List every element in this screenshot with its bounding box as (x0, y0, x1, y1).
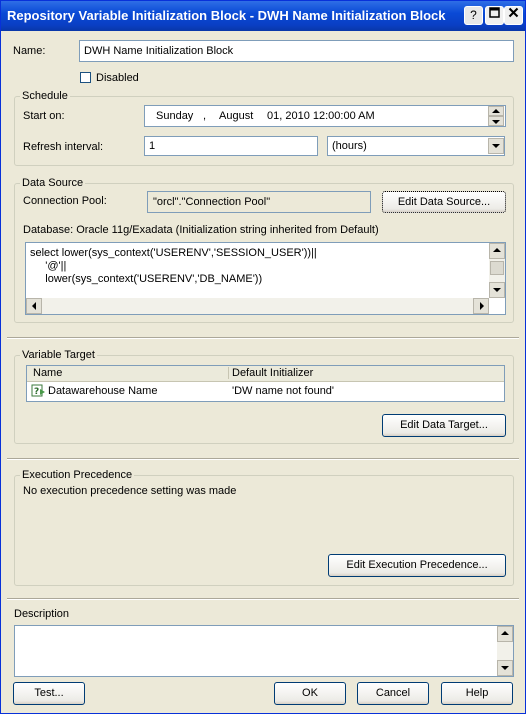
data-source-title: Data Source (20, 177, 86, 189)
refresh-unit-select[interactable]: (hours) (327, 136, 505, 156)
refresh-unit-value: (hours) (332, 140, 367, 152)
help-icon[interactable]: ? (464, 6, 483, 25)
description-textarea[interactable] (14, 625, 514, 677)
dialog-window: Repository Variable Initialization Block… (0, 0, 526, 714)
description-label: Description (14, 608, 70, 620)
disabled-checkbox[interactable] (80, 72, 91, 83)
connection-pool-field: "orcl"."Connection Pool" (147, 191, 371, 213)
help-button[interactable]: Help (441, 682, 513, 705)
start-month: August (219, 110, 254, 122)
scroll-left-button[interactable] (26, 298, 42, 314)
scroll-right-button[interactable] (473, 298, 489, 314)
disabled-label: Disabled (96, 72, 139, 84)
sql-vertical-scrollbar[interactable] (489, 243, 505, 298)
separator (7, 337, 519, 339)
variable-target-table: Name Default Initializer ? Datawarehouse… (26, 365, 505, 402)
svg-text:?: ? (34, 387, 39, 397)
edit-data-target-button[interactable]: Edit Data Target... (382, 414, 506, 437)
variable-icon: ? (31, 384, 45, 397)
start-spinner[interactable] (488, 106, 504, 126)
arrow-up-icon (493, 248, 501, 252)
spin-down-button[interactable] (488, 116, 504, 126)
name-field[interactable]: DWH Name Initialization Block (79, 40, 514, 62)
arrow-down-icon (493, 288, 501, 292)
title-bar[interactable]: Repository Variable Initialization Block… (1, 1, 525, 31)
name-value: DWH Name Initialization Block (84, 45, 234, 57)
dropdown-button[interactable] (488, 138, 504, 154)
edit-data-source-button[interactable]: Edit Data Source... (382, 191, 506, 213)
table-header: Name Default Initializer (27, 366, 504, 382)
row-default: 'DW name not found' (232, 385, 335, 397)
test-button[interactable]: Test... (13, 682, 85, 705)
ok-button[interactable]: OK (274, 682, 346, 705)
start-datetime-picker[interactable]: Sunday , August 01, 2010 12:00:00 AM (144, 105, 506, 127)
maximize-icon (489, 7, 500, 18)
close-icon (508, 7, 519, 18)
start-on-label: Start on: (23, 110, 65, 122)
start-sep: , (203, 110, 207, 122)
arrow-left-icon (32, 302, 36, 310)
sql-horizontal-scrollbar[interactable] (26, 298, 489, 314)
description-scrollbar[interactable] (497, 626, 513, 676)
start-day: Sunday (156, 110, 194, 122)
close-button[interactable] (504, 6, 523, 25)
refresh-interval-value: 1 (149, 140, 156, 152)
execution-precedence-message: No execution precedence setting was made (23, 485, 237, 497)
scroll-up-button[interactable] (489, 243, 505, 259)
execution-precedence-title: Execution Precedence (20, 469, 135, 481)
start-rest: 01, 2010 12:00:00 AM (267, 110, 375, 122)
maximize-button[interactable] (485, 6, 504, 25)
separator (7, 458, 519, 460)
column-name-header[interactable]: Name (33, 367, 62, 379)
schedule-title: Schedule (20, 90, 70, 102)
arrow-down-icon (501, 666, 509, 670)
variable-target-title: Variable Target (20, 349, 97, 361)
column-default-header[interactable]: Default Initializer (232, 367, 313, 379)
arrow-up-icon (501, 631, 509, 635)
refresh-interval-label: Refresh interval: (23, 141, 104, 153)
scroll-up-button[interactable] (497, 626, 513, 642)
sql-editor[interactable]: select lower(sys_context('USERENV','SESS… (25, 242, 506, 315)
arrow-down-icon (492, 120, 500, 124)
edit-execution-precedence-button[interactable]: Edit Execution Precedence... (328, 554, 506, 577)
scroll-down-button[interactable] (489, 282, 505, 298)
connection-pool-value: "orcl"."Connection Pool" (153, 196, 271, 208)
chevron-down-icon (492, 144, 500, 148)
cancel-button[interactable]: Cancel (357, 682, 429, 705)
refresh-interval-input[interactable]: 1 (144, 136, 318, 156)
sql-line-1: select lower(sys_context('USERENV','SESS… (30, 247, 317, 259)
column-divider (228, 367, 229, 379)
name-label: Name: (13, 45, 46, 57)
row-name: Datawarehouse Name (48, 385, 158, 397)
scroll-down-button[interactable] (497, 660, 513, 676)
sql-line-3: lower(sys_context('USERENV','DB_NAME')) (30, 273, 263, 285)
scroll-thumb[interactable] (490, 261, 504, 275)
window-title: Repository Variable Initialization Block… (7, 8, 446, 23)
separator (7, 598, 519, 600)
connection-pool-label: Connection Pool: (23, 195, 107, 207)
table-row[interactable]: ? Datawarehouse Name 'DW name not found' (27, 382, 504, 400)
database-info: Database: Oracle 11g/Exadata (Initializa… (23, 224, 379, 236)
sql-line-2: '@'|| (30, 260, 67, 272)
arrow-up-icon (492, 109, 500, 113)
arrow-right-icon (480, 302, 484, 310)
spin-up-button[interactable] (488, 106, 504, 116)
